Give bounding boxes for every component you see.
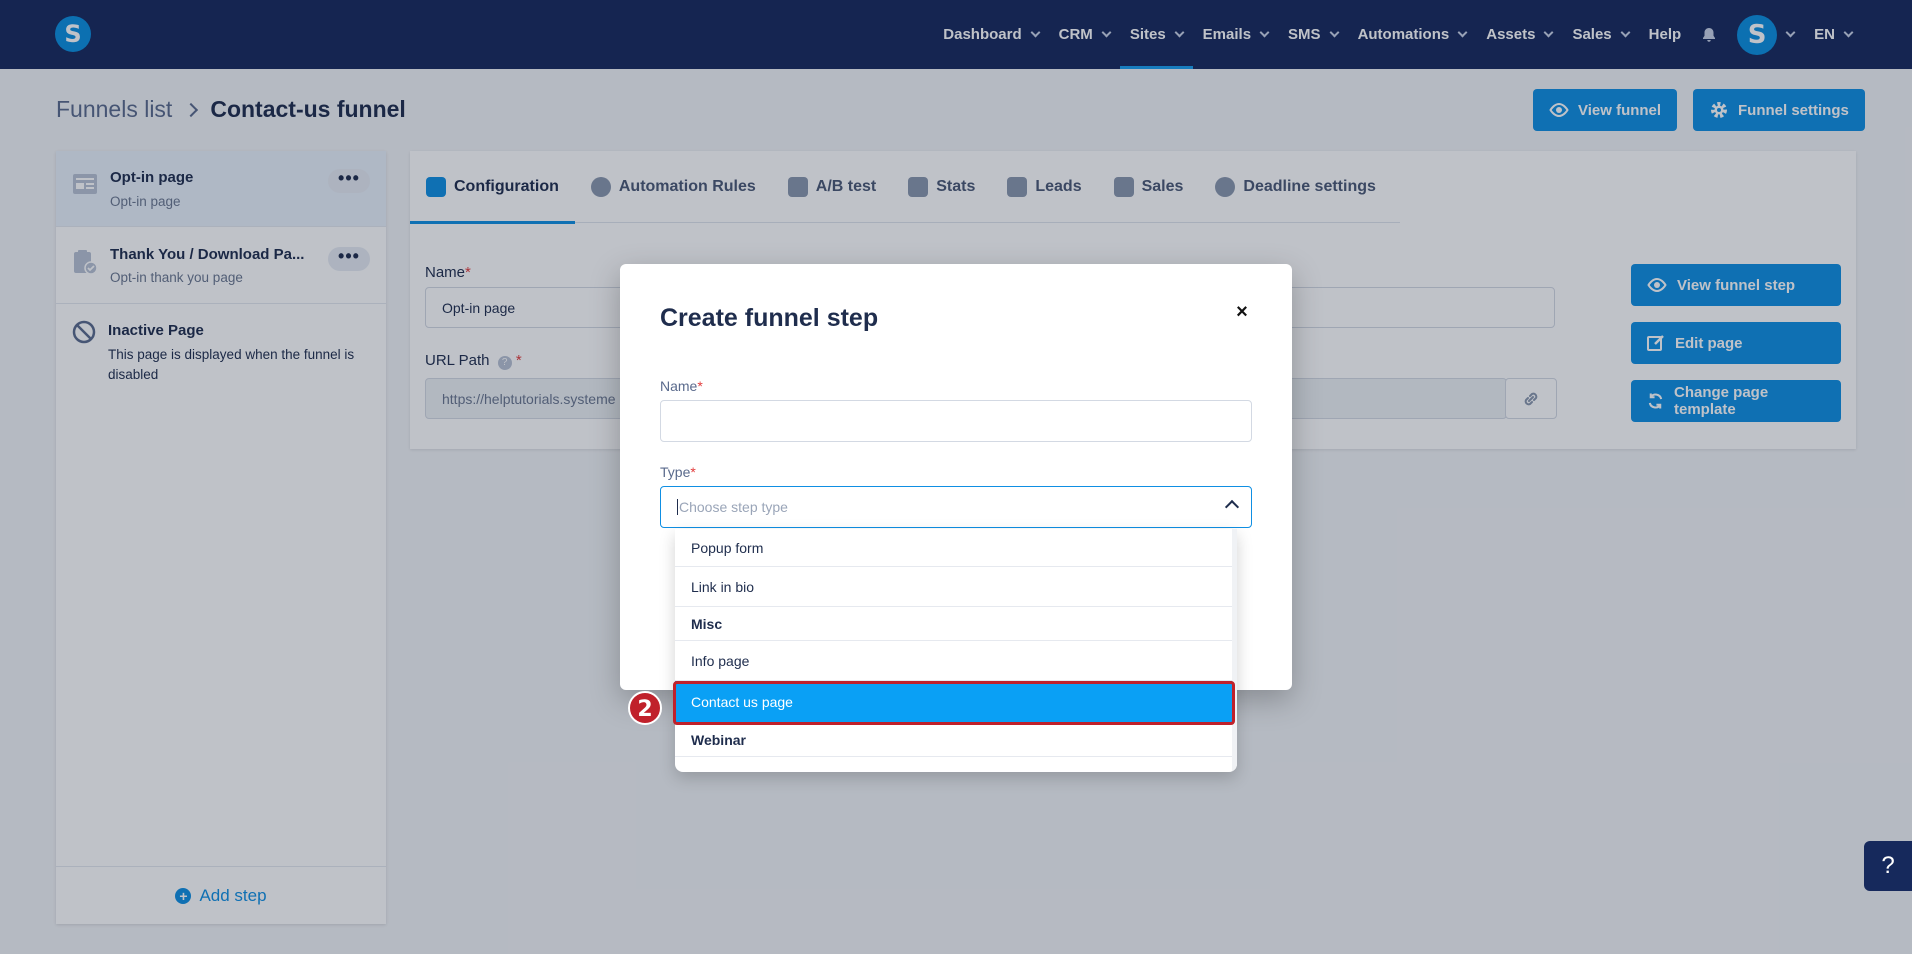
group-header-misc: Misc <box>675 607 1232 641</box>
step-name-field[interactable] <box>660 400 1252 442</box>
group-header-webinar: Webinar <box>675 723 1232 757</box>
required-marker: * <box>690 464 696 480</box>
text-cursor <box>677 499 678 515</box>
dropdown-scrollbar[interactable] <box>1232 529 1237 772</box>
modal-title: Create funnel step <box>660 304 879 332</box>
name-field-label: Name* <box>660 378 703 394</box>
annotation-step-badge: 2 <box>628 691 662 725</box>
required-marker: * <box>697 378 703 394</box>
type-field-label: Type* <box>660 464 696 480</box>
option-link-in-bio[interactable]: Link in bio <box>675 567 1232 607</box>
option-info-page[interactable]: Info page <box>675 641 1232 681</box>
help-button[interactable]: ? <box>1864 841 1912 891</box>
select-placeholder: Choose step type <box>679 499 788 515</box>
label-text: Name <box>660 378 698 394</box>
label-text: Type <box>660 464 691 480</box>
chevron-up-icon <box>1224 499 1240 515</box>
option-popup-form[interactable]: Popup form <box>675 529 1232 567</box>
step-type-dropdown: Popup form Link in bio Misc Info page Co… <box>675 529 1237 772</box>
option-contact-us-page[interactable]: Contact us page <box>675 681 1232 723</box>
close-icon[interactable]: × <box>1232 302 1252 322</box>
step-type-select[interactable]: Choose step type <box>660 486 1252 528</box>
